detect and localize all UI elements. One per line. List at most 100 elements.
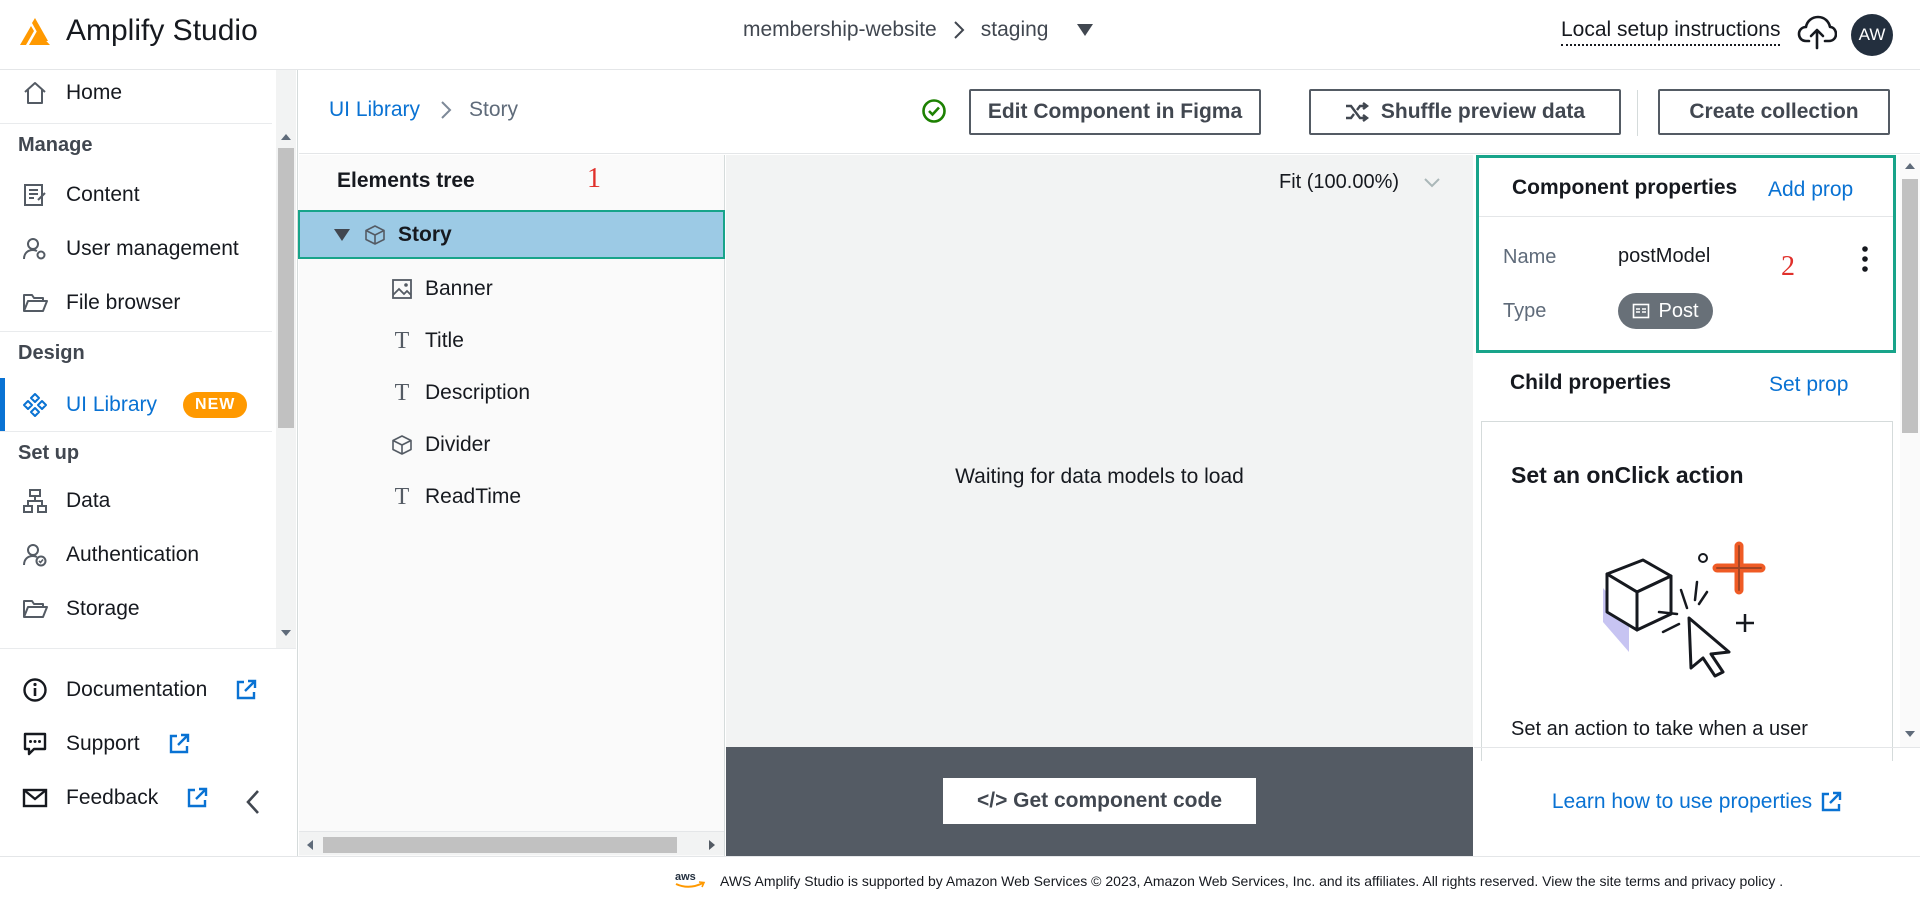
chevron-down-icon (1424, 177, 1440, 187)
nav-item-storage[interactable]: Storage (0, 586, 272, 632)
nav-label: Authentication (66, 543, 200, 566)
nav-section-design: Design (18, 342, 85, 364)
properties-panel: Component properties Add prop Name postM… (1474, 155, 1920, 856)
nav-item-ui-library[interactable]: UI Library NEW (0, 382, 272, 428)
amplify-logo-icon (20, 18, 50, 45)
edit-in-figma-button[interactable]: Edit Component in Figma (969, 89, 1261, 135)
zoom-select[interactable]: Fit (100.00%) (1279, 171, 1441, 194)
scrollbar-thumb[interactable] (1902, 179, 1918, 433)
component-properties-title: Component properties (1512, 176, 1738, 199)
scrollbar-thumb[interactable] (278, 148, 294, 428)
scroll-right-arrow-icon[interactable] (709, 840, 715, 850)
nav-label: File browser (66, 291, 181, 314)
model-type-badge[interactable]: Post (1618, 293, 1713, 329)
chevron-right-icon (954, 21, 965, 39)
shuffle-icon (1345, 102, 1369, 122)
scroll-down-arrow-icon[interactable] (281, 630, 291, 636)
prop-name-value: postModel (1618, 245, 1711, 267)
section-divider (1479, 216, 1893, 217)
preview-canvas: Fit (100.00%) Waiting for data models to… (726, 155, 1473, 747)
caret-down-icon[interactable] (1076, 23, 1094, 37)
content-icon (24, 184, 46, 206)
annotation-marker-1: 1 (587, 163, 601, 194)
scroll-down-arrow-icon[interactable] (1905, 731, 1915, 737)
breadcrumb-ui-library[interactable]: UI Library (329, 98, 420, 122)
get-component-code-button[interactable]: </> Get component code (943, 778, 1256, 824)
scrollbar-thumb[interactable] (323, 837, 677, 853)
add-prop-link[interactable]: Add prop (1768, 178, 1853, 202)
nav-scrollbar[interactable] (276, 70, 296, 648)
nav-label: UI Library (66, 393, 158, 416)
elements-tree-panel: Elements tree 1 Story Banner T Title T D… (298, 155, 725, 856)
nav-label: Home (66, 81, 123, 104)
nav-item-documentation[interactable]: Documentation (0, 667, 272, 713)
button-label: Shuffle preview data (1380, 100, 1586, 123)
nav-label: Content (66, 183, 140, 206)
nav-label: Feedback (66, 786, 159, 809)
nav-item-user-management[interactable]: User management (0, 226, 272, 272)
environment-name[interactable]: staging (981, 18, 1049, 42)
cloud-upload-icon[interactable] (1797, 14, 1837, 50)
learn-properties-link[interactable]: Learn how to use properties (1552, 790, 1812, 814)
scroll-up-arrow-icon[interactable] (1905, 163, 1915, 169)
nav-item-data[interactable]: Data (0, 478, 272, 524)
nav-bottom-links: Documentation Support Feedback (0, 648, 296, 856)
external-link-icon[interactable] (1820, 791, 1842, 813)
expand-caret-icon[interactable] (334, 228, 350, 241)
tree-node-label: Title (425, 329, 464, 352)
footer-copyright: AWS Amplify Studio is supported by Amazo… (720, 873, 1784, 889)
left-navigation: Home Manage Content User management File… (0, 70, 298, 856)
brand[interactable]: Amplify Studio (18, 14, 258, 48)
nav-item-home[interactable]: Home (0, 70, 272, 116)
tree-node-description[interactable]: T Description (391, 375, 530, 411)
component-header: UI Library Story Edit Component in Figma… (299, 70, 1920, 154)
set-prop-link[interactable]: Set prop (1769, 373, 1848, 397)
button-label: Create collection (1689, 100, 1859, 123)
local-setup-instructions-link[interactable]: Local setup instructions (1561, 18, 1781, 46)
component-properties-section: Component properties Add prop Name postM… (1476, 155, 1896, 353)
folder-open-icon (23, 600, 48, 618)
tree-node-banner[interactable]: Banner (391, 271, 493, 307)
nav-item-support[interactable]: Support (0, 721, 272, 767)
nav-label: Documentation (66, 678, 208, 701)
data-model-icon (23, 489, 47, 513)
user-avatar[interactable]: AW (1851, 14, 1893, 56)
zoom-value: Fit (100.00%) (1279, 171, 1400, 193)
app-name[interactable]: membership-website (743, 18, 937, 42)
tree-node-label: Banner (425, 277, 493, 300)
model-type-value: Post (1658, 299, 1699, 322)
sync-status-check-icon (922, 99, 946, 123)
shuffle-preview-data-button[interactable]: Shuffle preview data (1309, 89, 1621, 135)
tree-node-label: Divider (425, 433, 491, 456)
create-collection-button[interactable]: Create collection (1658, 89, 1890, 135)
tree-node-root-selected[interactable]: Story (298, 210, 725, 259)
nav-divider (0, 431, 272, 432)
text-type-icon: T (394, 483, 410, 510)
more-options-icon[interactable] (1857, 244, 1873, 274)
nav-item-authentication[interactable]: Authentication (0, 532, 272, 578)
support-chat-icon (23, 732, 47, 756)
svg-text:aws: aws (675, 871, 696, 883)
app-environment-breadcrumb: membership-website staging (743, 18, 1094, 42)
component-cube-icon (392, 435, 412, 455)
button-label: Edit Component in Figma (987, 100, 1243, 123)
scroll-left-arrow-icon[interactable] (307, 840, 313, 850)
tree-node-readtime[interactable]: T ReadTime (391, 479, 521, 515)
nav-section-manage: Manage (18, 134, 93, 156)
scroll-up-arrow-icon[interactable] (281, 134, 291, 140)
nav-label: Support (66, 732, 140, 755)
header-divider (1637, 90, 1638, 136)
properties-scrollbar[interactable] (1900, 155, 1920, 747)
folder-open-icon (23, 294, 48, 312)
tree-node-divider[interactable]: Divider (391, 427, 490, 463)
nav-item-content[interactable]: Content (0, 172, 272, 218)
nav-divider (0, 331, 272, 332)
collapse-nav-chevron-left-icon[interactable] (244, 788, 262, 816)
tree-horizontal-scrollbar[interactable] (299, 831, 724, 855)
annotation-marker-2: 2 (1781, 251, 1795, 282)
tree-node-title[interactable]: T Title (391, 323, 464, 359)
nav-divider (0, 123, 272, 124)
breadcrumb-current: Story (469, 98, 519, 121)
nav-item-file-browser[interactable]: File browser (0, 280, 272, 326)
nav-item-feedback[interactable]: Feedback (0, 775, 272, 821)
